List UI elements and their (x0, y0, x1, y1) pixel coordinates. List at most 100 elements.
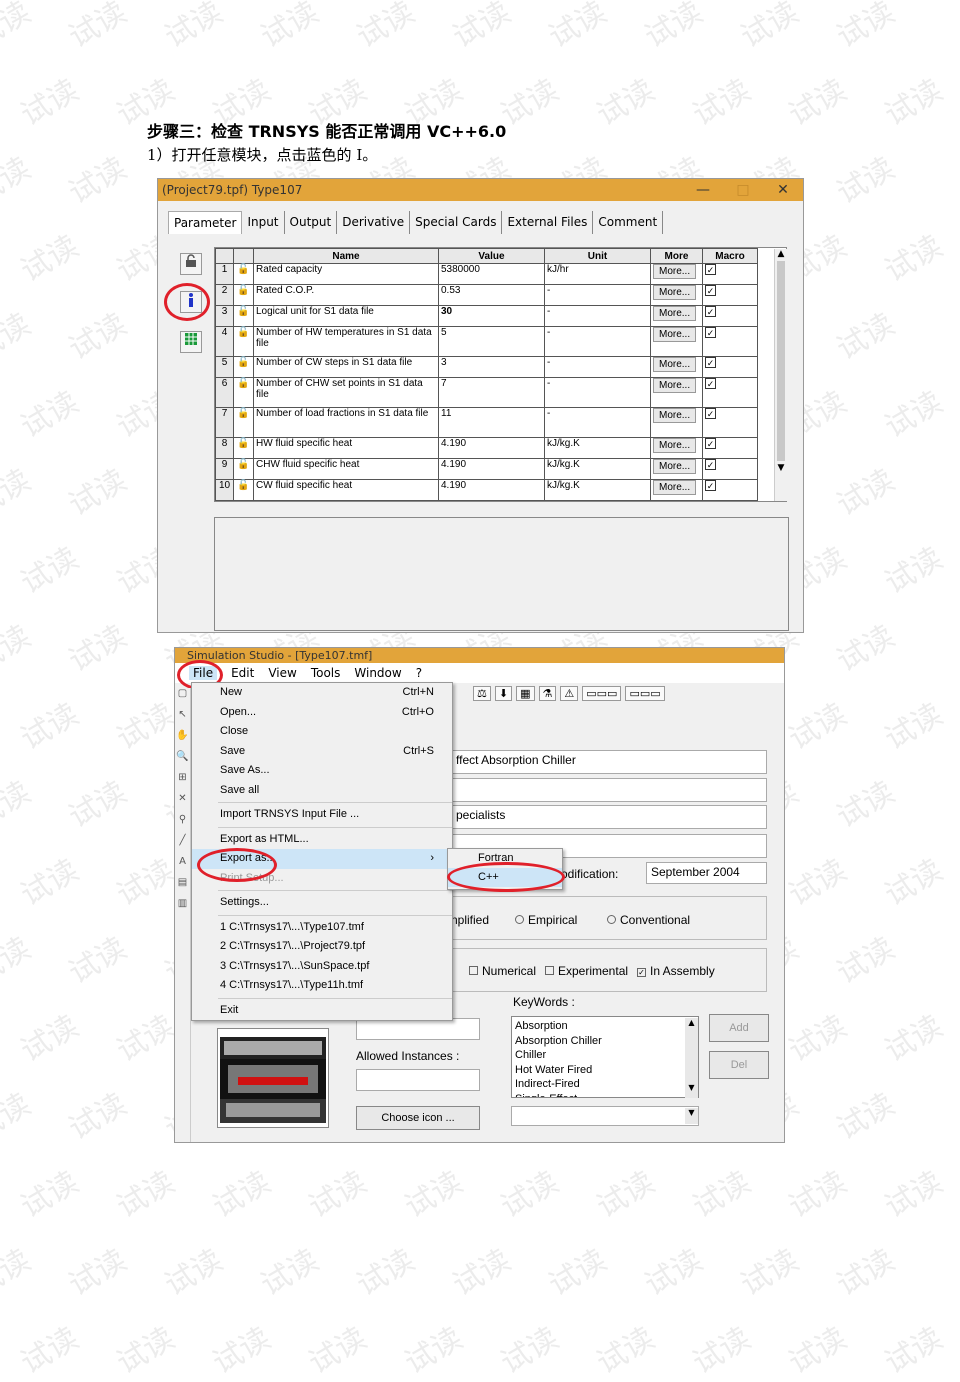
menu-item-export-html[interactable]: Export as HTML... (192, 830, 452, 850)
macro-checkbox[interactable]: ✓ (705, 327, 716, 338)
modification-field[interactable]: September 2004 (646, 862, 767, 884)
macro-checkbox[interactable]: ✓ (705, 459, 716, 470)
choose-icon-button[interactable]: Choose icon ... (356, 1106, 480, 1130)
macro-checkbox[interactable]: ✓ (705, 378, 716, 389)
table-row[interactable]: 2 🔓 Rated C.O.P. 0.53- More... ✓ (215, 284, 758, 306)
row-value[interactable]: 0.53 (438, 284, 545, 306)
table-row[interactable]: 4 🔓 Number of HW temperatures in S1 data f… (215, 326, 758, 357)
tab-special-cards[interactable]: Special Cards (410, 211, 503, 234)
row-macro[interactable]: ✓ (702, 479, 758, 501)
macro-checkbox[interactable]: ✓ (705, 306, 716, 317)
keywords-scrollbar[interactable]: ▲ ▼ (685, 1018, 698, 1098)
row-macro[interactable]: ✓ (702, 263, 758, 285)
table-row[interactable]: 7 🔓 Number of load fractions in S1 data fi… (215, 407, 758, 438)
row-value[interactable]: 5380000 (438, 263, 545, 285)
dropdown-arrow-icon[interactable]: ▼ (685, 1108, 698, 1124)
add-keyword-button[interactable]: Add (709, 1014, 769, 1042)
row-more[interactable]: More... (650, 305, 703, 327)
lock-icon[interactable]: 🔓 (237, 408, 249, 419)
lock-icon[interactable]: 🔓 (237, 459, 249, 470)
row-macro[interactable]: ✓ (702, 437, 758, 459)
row-value[interactable]: 4.190 (438, 458, 545, 480)
author-field[interactable]: pecialists (451, 805, 767, 829)
tool-icon[interactable]: ▤ (175, 877, 190, 895)
close-button[interactable]: ✕ (763, 182, 803, 198)
menu-help[interactable]: ? (416, 666, 422, 680)
menu-window[interactable]: Window (354, 666, 401, 680)
tab-input[interactable]: Input (242, 211, 285, 234)
tool-icon[interactable]: ⊞ (175, 772, 190, 790)
menu-item-close[interactable]: Close (192, 722, 452, 742)
row-value[interactable]: 3 (438, 356, 545, 378)
lock-icon[interactable]: 🔓 (237, 438, 249, 449)
menu-edit[interactable]: Edit (231, 666, 254, 680)
row-more[interactable]: More... (650, 458, 703, 480)
maximize-button[interactable]: □ (723, 182, 763, 198)
grid-icon[interactable] (180, 331, 202, 353)
lock-icon[interactable]: 🔓 (237, 357, 249, 368)
row-more[interactable]: More... (650, 356, 703, 378)
row-more[interactable]: More... (650, 377, 703, 408)
row-more[interactable]: More... (650, 479, 703, 501)
tab-comment[interactable]: Comment (593, 211, 664, 234)
lock-icon[interactable]: 🔓 (237, 264, 249, 275)
toolbar-icon[interactable]: ⚗ (538, 686, 557, 701)
toolbar-icon[interactable]: ⚖ (473, 686, 491, 701)
more-button[interactable]: More... (653, 408, 697, 423)
radio-conventional[interactable]: Conventional (607, 913, 690, 927)
row-macro[interactable]: ✓ (702, 356, 758, 378)
row-macro[interactable]: ✓ (702, 305, 758, 327)
minimize-button[interactable]: — (683, 182, 723, 198)
check-experimental[interactable]: Experimental (545, 964, 628, 978)
menu-tools[interactable]: Tools (311, 666, 341, 680)
row-macro[interactable]: ✓ (702, 458, 758, 480)
table-row[interactable]: 9 🔓 CHW fluid specific heat 4.190 kJ/kg.K Mor… (215, 458, 758, 480)
table-row[interactable]: 1 🔓 Rated capacity 5380000 kJ/hr More... ✓ (215, 263, 758, 285)
keyword-item[interactable]: Indirect-Fired (515, 1077, 695, 1092)
row-macro[interactable]: ✓ (702, 284, 758, 306)
menu-item-exit[interactable]: Exit (192, 1001, 452, 1021)
row-macro[interactable]: ✓ (702, 326, 758, 357)
row-value[interactable]: 5 (438, 326, 545, 357)
keywords-list[interactable]: Absorption Absorption Chiller Chiller Hot W… (511, 1016, 699, 1098)
row-macro[interactable]: ✓ (702, 377, 758, 408)
more-button[interactable]: More... (653, 264, 697, 279)
tab-external-files[interactable]: External Files (502, 211, 594, 234)
lock-icon[interactable]: 🔓 (237, 306, 249, 317)
radio-empirical[interactable]: Empirical (515, 913, 577, 927)
row-value[interactable]: 30 (438, 305, 545, 327)
keyword-item[interactable]: Single-Effect (515, 1092, 695, 1098)
tool-icon[interactable]: ✋ (175, 730, 190, 748)
check-in-assembly[interactable]: ✓ In Assembly (637, 964, 715, 978)
del-keyword-button[interactable]: Del (709, 1051, 769, 1079)
menu-item-new[interactable]: New Ctrl+N (192, 683, 452, 703)
row-more[interactable]: More... (650, 326, 703, 357)
tool-icon[interactable]: A (175, 856, 190, 874)
row-more[interactable]: More... (650, 284, 703, 306)
menu-item-recent-4[interactable]: 4 C:\Trnsys17\...\Type11h.tmf (192, 976, 452, 996)
lock-icon[interactable]: 🔓 (237, 378, 249, 389)
check-numerical[interactable]: Numerical (469, 964, 536, 978)
radio-simplified[interactable]: nplified (451, 913, 489, 927)
tool-icon[interactable]: ↖ (175, 709, 190, 727)
keyword-item[interactable]: Absorption Chiller (515, 1034, 695, 1049)
menu-item-recent-1[interactable]: 1 C:\Trnsys17\...\Type107.tmf (192, 918, 452, 938)
instances-input-top[interactable] (356, 1018, 480, 1040)
lock-icon[interactable]: 🔓 (237, 285, 249, 296)
macro-checkbox[interactable]: ✓ (705, 285, 716, 296)
lock-icon[interactable]: 🔓 (237, 480, 249, 491)
table-row[interactable]: 3 🔓 Logical unit for S1 data file 30- More..… (215, 305, 758, 327)
table-row[interactable]: 6 🔓 Number of CHW set points in S1 data fi… (215, 377, 758, 408)
tool-icon[interactable]: ⚲ (175, 814, 190, 832)
table-scrollbar[interactable]: ▲ ▼ (774, 249, 787, 501)
more-button[interactable]: More... (653, 306, 697, 321)
row-more[interactable]: More... (650, 437, 703, 459)
keyword-item[interactable]: Hot Water Fired (515, 1063, 695, 1078)
lock-icon[interactable] (180, 253, 202, 275)
tool-icon[interactable]: ▥ (175, 898, 190, 916)
menu-item-recent-2[interactable]: 2 C:\Trnsys17\...\Project79.tpf (192, 937, 452, 957)
more-button[interactable]: More... (653, 480, 697, 495)
menu-item-recent-3[interactable]: 3 C:\Trnsys17\...\SunSpace.tpf (192, 957, 452, 977)
more-button[interactable]: More... (653, 285, 697, 300)
row-value[interactable]: 11 (438, 407, 545, 438)
